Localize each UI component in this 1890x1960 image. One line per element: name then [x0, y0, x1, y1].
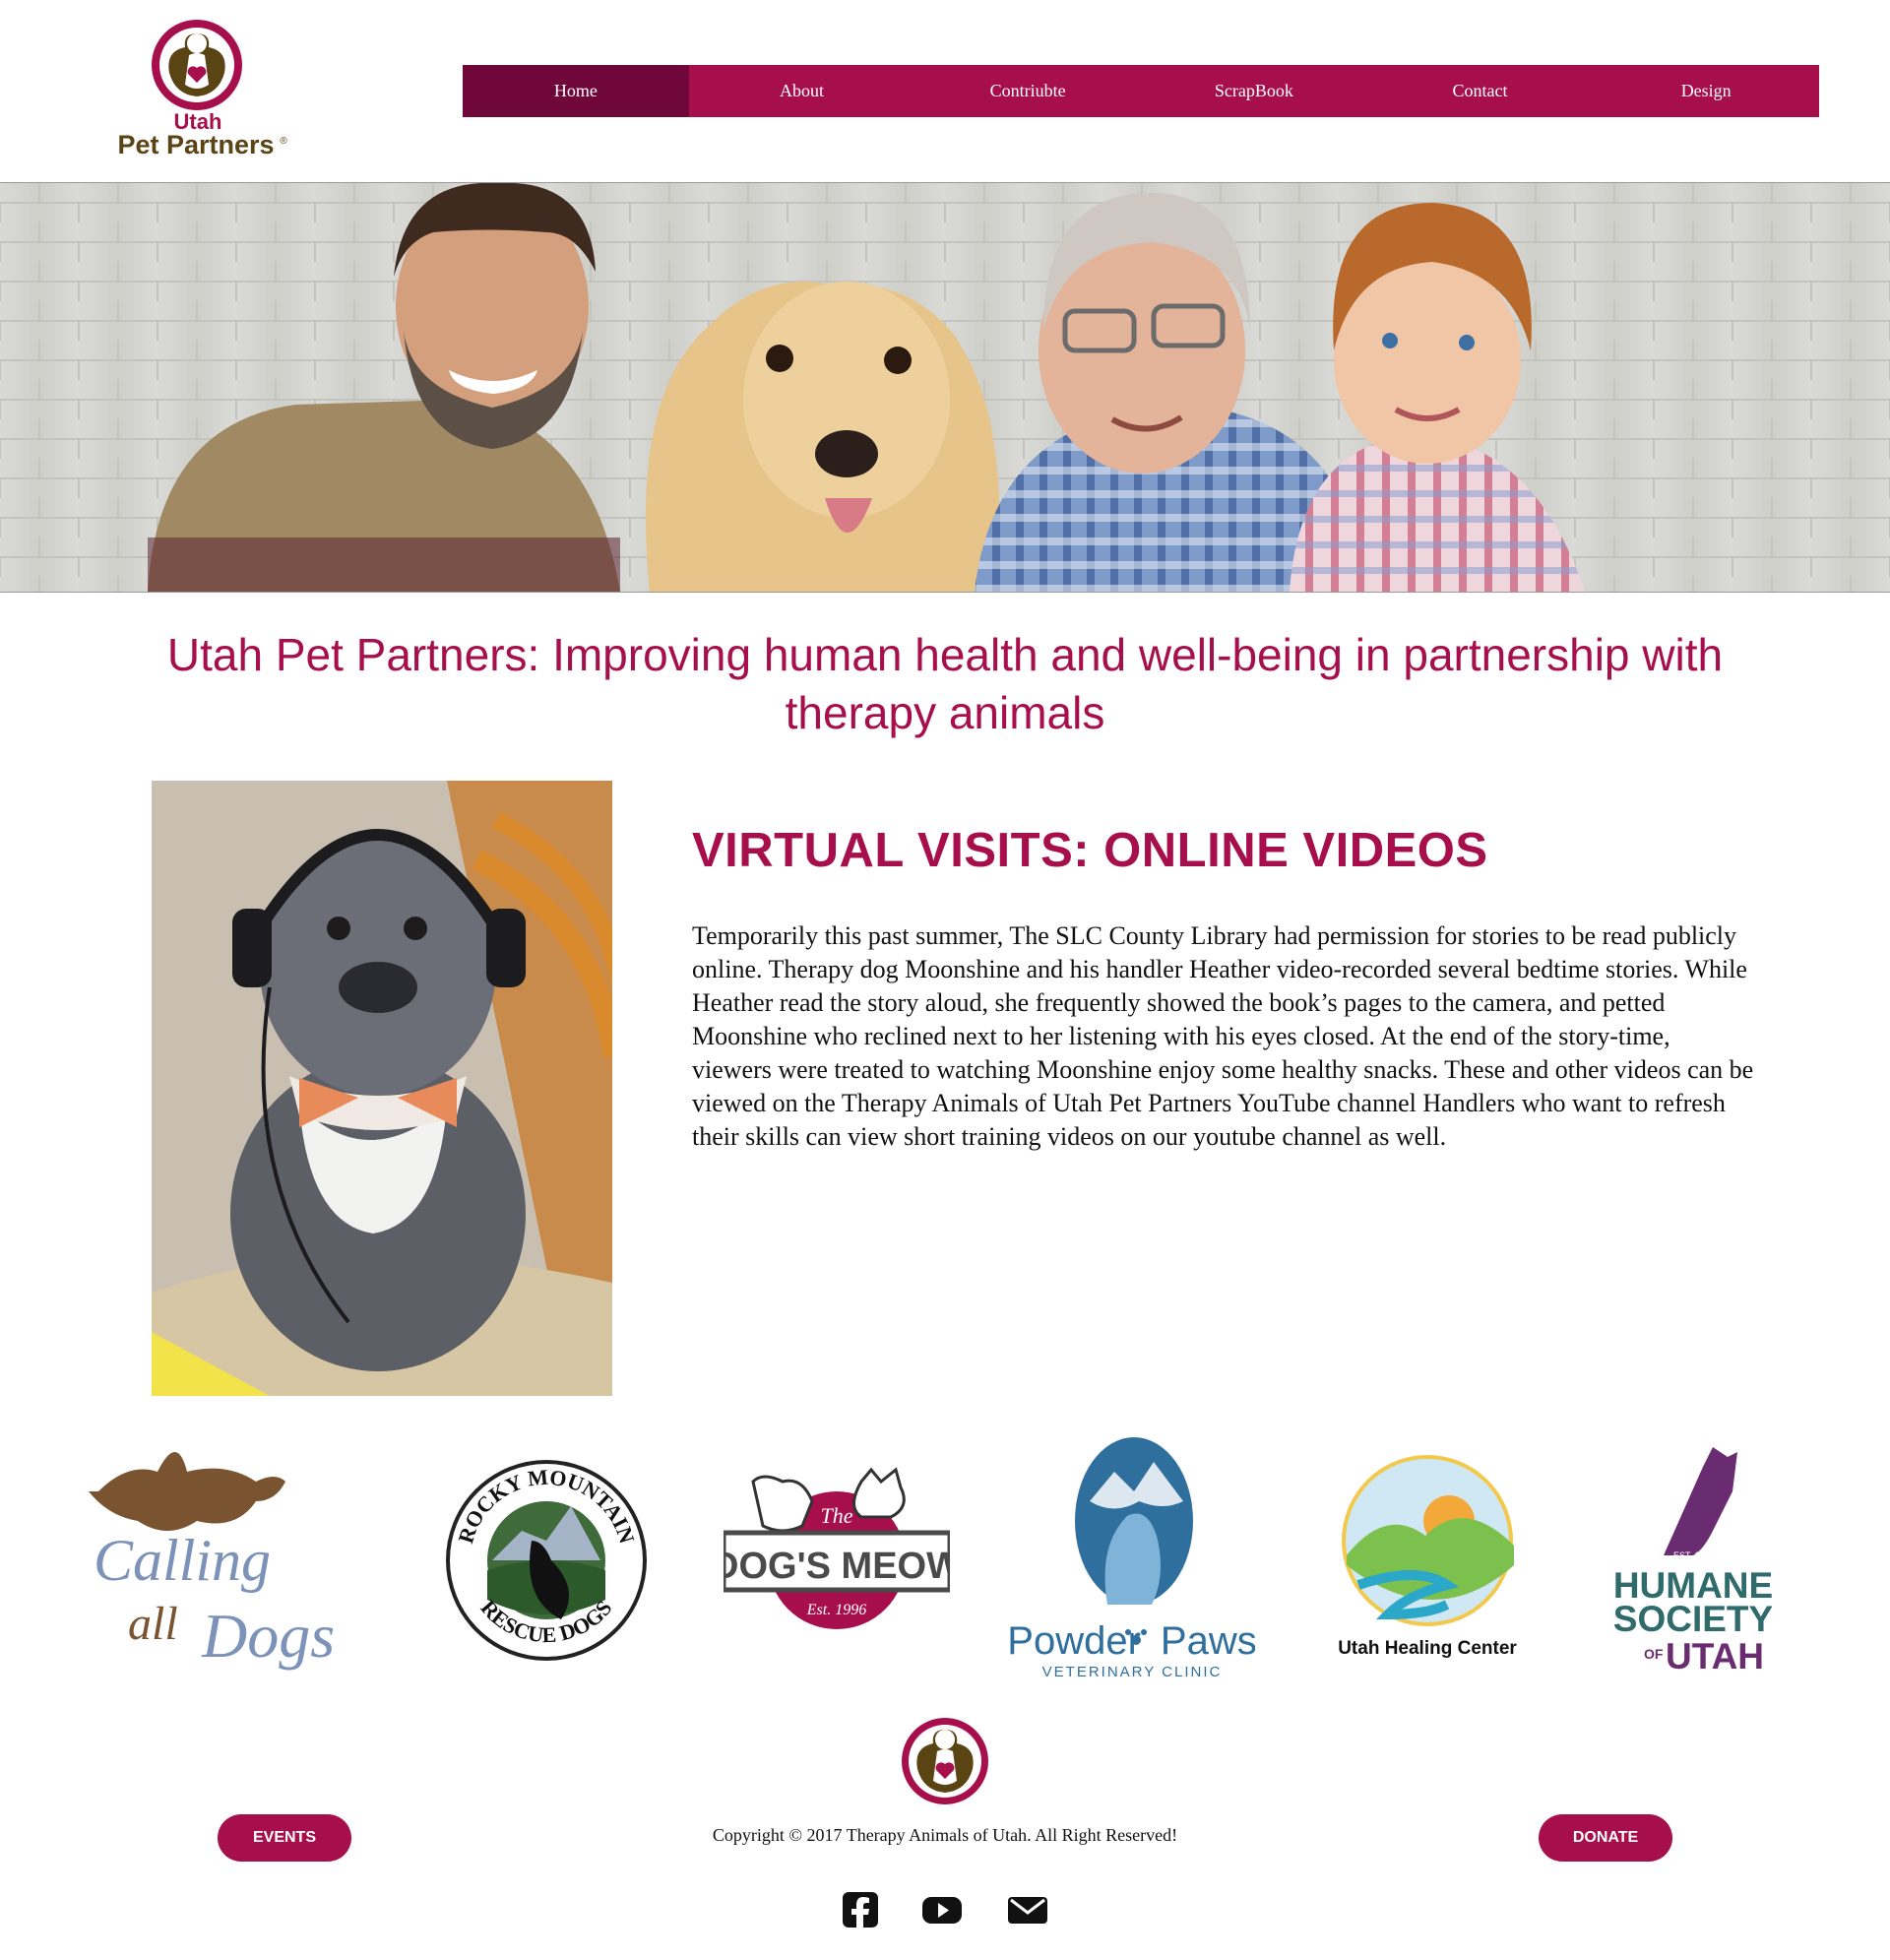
footer-logo-icon[interactable]: [900, 1716, 990, 1806]
logo-line2: Pet Partners: [117, 130, 274, 159]
copyright-text: Copyright © 2017 Therapy Animals of Utah…: [712, 1825, 1178, 1845]
nav-contact[interactable]: Contact: [1367, 65, 1594, 117]
nav-design[interactable]: Design: [1593, 65, 1819, 117]
dogs-meow-the: The: [821, 1503, 853, 1528]
calling-all-dogs-mark: Calling all Dogs: [89, 1452, 335, 1671]
donate-button[interactable]: DONATE: [1539, 1814, 1672, 1862]
powder-paws-name1: Powder: [1009, 1619, 1141, 1663]
dog-with-headphones-image: [152, 781, 612, 1396]
nav-scrapbook[interactable]: ScrapBook: [1141, 65, 1367, 117]
nav-contribute[interactable]: Contriubte: [914, 65, 1141, 117]
youtube-icon[interactable]: [922, 1890, 962, 1929]
partner-calling-all-dogs-logo[interactable]: Calling all Dogs: [89, 1432, 374, 1688]
feature-heading: VIRTUAL VISITS: ONLINE VIDEOS: [692, 824, 1488, 877]
events-button[interactable]: EVENTS: [218, 1814, 351, 1862]
utah-healing-center-mark: Utah Healing Center: [1338, 1455, 1517, 1659]
powder-paws-sub: VETERINARY CLINIC: [1042, 1664, 1223, 1680]
partner-rocky-mountain-rescue-logo[interactable]: ROCKY MOUNTAIN RESCUE DOGS: [443, 1452, 650, 1669]
nav-home[interactable]: Home: [463, 65, 689, 117]
calling-all-dogs-line1: Calling: [94, 1528, 271, 1593]
rocky-mountain-rescue-mark: ROCKY MOUNTAIN RESCUE DOGS: [446, 1460, 647, 1661]
feature-photo: [152, 781, 612, 1396]
dogs-meow-mark: The DOG'S MEOW Est. 1996: [724, 1467, 950, 1629]
partner-utah-healing-center-logo[interactable]: Utah Healing Center: [1319, 1447, 1536, 1669]
humane-society-line2: SOCIETY: [1614, 1599, 1772, 1639]
dogs-meow-est: Est. 1996: [806, 1602, 866, 1618]
partner-powder-paws-logo[interactable]: Powder Paws VETERINARY CLINIC: [1009, 1432, 1255, 1688]
humane-society-mark: EST. 1960 HUMANE SOCIETY OF UTAH: [1614, 1447, 1772, 1676]
partner-dogs-meow-logo[interactable]: The DOG'S MEOW Est. 1996: [724, 1462, 950, 1644]
feature-body: Temporarily this past summer, The SLC Co…: [692, 921, 1754, 1151]
hero-image: [0, 183, 1890, 592]
utah-healing-center-name: Utah Healing Center: [1338, 1638, 1517, 1659]
humane-society-est: EST. 1960: [1673, 1550, 1715, 1560]
facebook-icon[interactable]: [841, 1890, 880, 1929]
registered-mark: ®: [280, 136, 287, 147]
partner-humane-society-logo[interactable]: EST. 1960 HUMANE SOCIETY OF UTAH: [1614, 1442, 1772, 1678]
main-nav: Home About Contriubte ScrapBook Contact …: [463, 65, 1819, 117]
utah-pet-partners-logo[interactable]: Utah Pet Partners ®: [108, 14, 290, 161]
hero-photo: [0, 182, 1890, 593]
email-icon[interactable]: [1008, 1890, 1047, 1929]
humane-society-of: OF: [1644, 1646, 1664, 1662]
powder-paws-mark: Powder Paws VETERINARY CLINIC: [1009, 1437, 1255, 1680]
powder-paws-name2: Paws: [1161, 1619, 1255, 1663]
humane-society-line3: UTAH: [1666, 1636, 1764, 1676]
dogs-meow-name: DOG'S MEOW: [724, 1546, 950, 1587]
calling-all-dogs-line3: Dogs: [201, 1601, 335, 1671]
page-headline: Utah Pet Partners: Improving human healt…: [166, 629, 1724, 738]
nav-about[interactable]: About: [689, 65, 915, 117]
calling-all-dogs-line2: all: [128, 1598, 178, 1650]
